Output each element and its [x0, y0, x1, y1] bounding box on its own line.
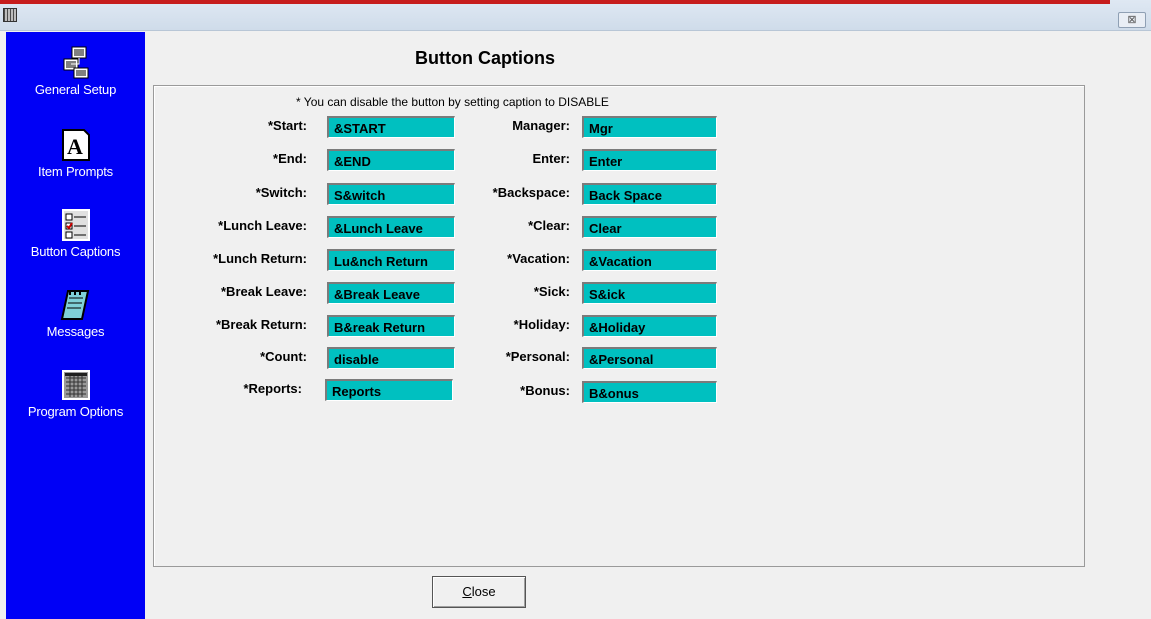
- caption-input-enter[interactable]: Enter: [582, 149, 717, 171]
- caption-input-bonus[interactable]: B&onus: [582, 381, 717, 403]
- font-letter-icon: A: [61, 129, 90, 161]
- field-label: *End:: [273, 151, 307, 166]
- app-icon: [3, 8, 17, 22]
- caption-input-backspace[interactable]: Back Space: [582, 183, 717, 205]
- field-label: *Vacation:: [507, 251, 570, 266]
- notepad-icon: [60, 290, 89, 320]
- caption-input-sick[interactable]: S&ick: [582, 282, 717, 304]
- title-bar: ⊠: [0, 0, 1151, 31]
- field-label: Enter:: [532, 151, 570, 166]
- field-label: *Reports:: [243, 381, 302, 396]
- field-label: Manager:: [512, 118, 570, 133]
- caption-input-vacation[interactable]: &Vacation: [582, 249, 717, 271]
- field-label: *Lunch Return:: [213, 251, 307, 266]
- network-computer-icon: [63, 46, 88, 79]
- sidebar-item-item-prompts[interactable]: A Item Prompts: [6, 128, 145, 179]
- svg-text:A: A: [67, 134, 83, 159]
- sidebar-item-general-setup[interactable]: General Setup: [6, 46, 145, 97]
- field-label: *Start:: [267, 118, 307, 133]
- field-label: *Lunch Leave:: [218, 218, 307, 233]
- close-button[interactable]: Close: [432, 576, 526, 608]
- caption-input-personal[interactable]: &Personal: [582, 347, 717, 369]
- field-label: *Bonus:: [520, 383, 570, 398]
- caption-input-clear[interactable]: Clear: [582, 216, 717, 238]
- disable-hint: * You can disable the button by setting …: [296, 95, 609, 109]
- close-icon: ⊠: [1127, 14, 1137, 26]
- field-label: *Backspace:: [492, 185, 570, 200]
- field-label: *Holiday:: [513, 317, 570, 332]
- caption-input-manager[interactable]: Mgr: [582, 116, 717, 138]
- page-title: Button Captions: [415, 48, 555, 68]
- calendar-grid-icon: [61, 370, 90, 400]
- close-button-accelerator: C: [462, 584, 472, 599]
- field-label: *Break Leave:: [221, 284, 307, 299]
- window-top-accent: [0, 0, 1110, 4]
- checklist-icon: [61, 209, 90, 241]
- field-label: *Break Return:: [215, 317, 307, 332]
- sidebar: General Setup A Item Prompts Button Capt…: [6, 32, 145, 619]
- field-label: *Personal:: [505, 349, 570, 364]
- field-label: *Count:: [260, 349, 307, 364]
- field-label: *Switch:: [255, 185, 307, 200]
- caption-input-holiday[interactable]: &Holiday: [582, 315, 717, 337]
- field-label: *Sick:: [533, 284, 570, 299]
- window-close-button[interactable]: ⊠: [1118, 12, 1146, 28]
- sidebar-item-button-captions[interactable]: Button Captions: [6, 208, 145, 259]
- field-label: *Clear:: [528, 218, 570, 233]
- sidebar-item-messages[interactable]: Messages: [6, 288, 145, 339]
- close-button-label: lose: [471, 584, 496, 599]
- sidebar-item-program-options[interactable]: Program Options: [6, 368, 145, 419]
